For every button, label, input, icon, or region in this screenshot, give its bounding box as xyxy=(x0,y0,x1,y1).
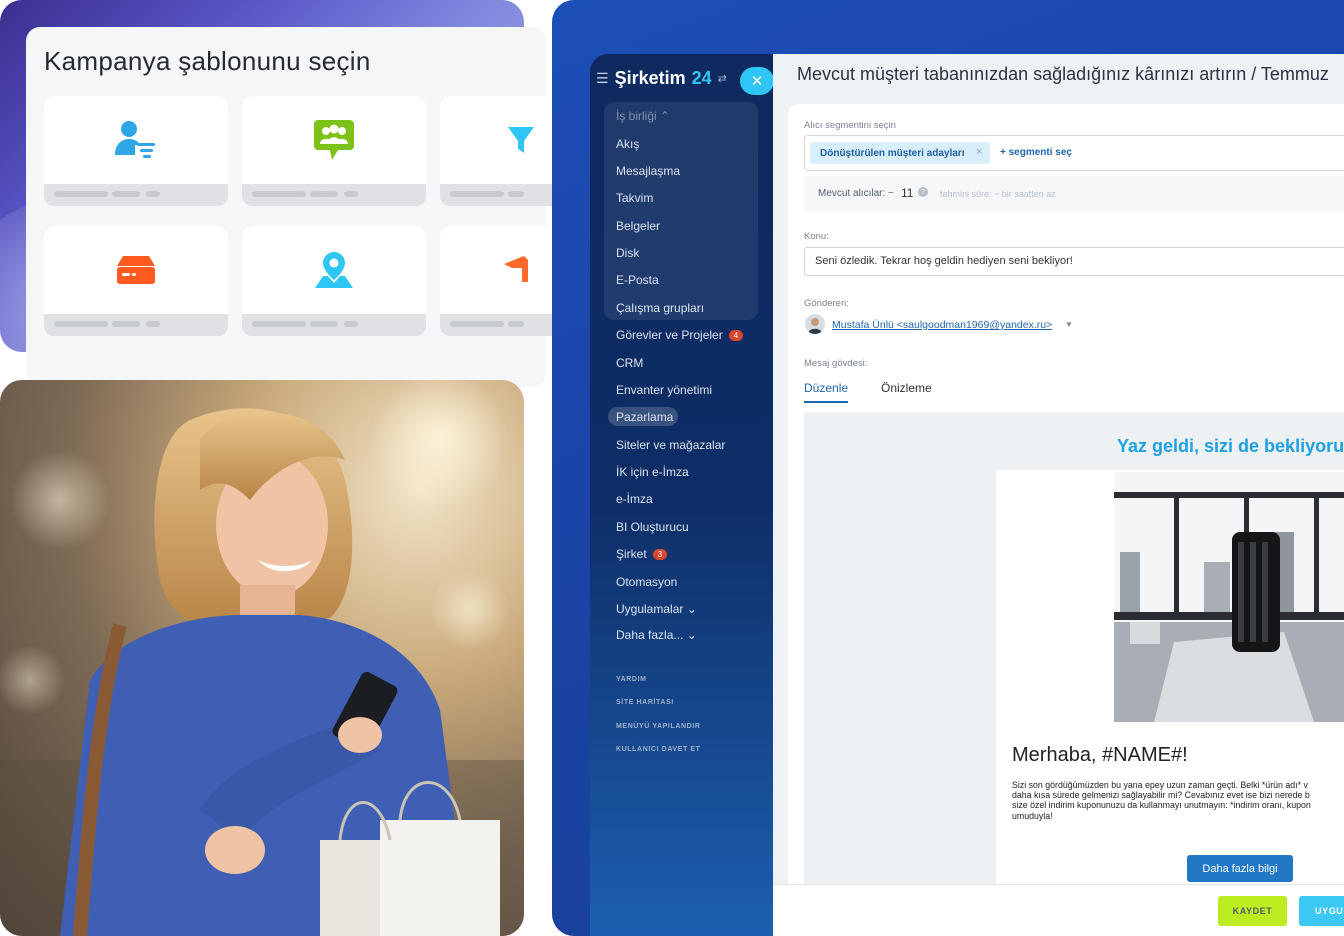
apply-button[interactable]: UYGULA xyxy=(1299,896,1344,926)
sidebar-item-crm[interactable]: CRM xyxy=(616,356,643,370)
template-tile-inbox[interactable] xyxy=(44,226,228,336)
brand-number: 24 xyxy=(691,68,712,88)
sidebar-item-sites[interactable]: Siteler ve mağazalar xyxy=(616,438,725,452)
sender-selector[interactable]: Mustafa Ünlü <saulgoodman1969@yandex.ru> xyxy=(832,319,1052,331)
subject-value: Seni özledik. Tekrar hoş geldin hediyen … xyxy=(815,255,1073,267)
recipients-hint: tahmini süre: ~ bir saatten az xyxy=(940,189,1056,199)
segment-chip[interactable]: Dönüştürülen müşteri adayları xyxy=(810,142,991,164)
graduation-cap-icon xyxy=(504,256,528,282)
recipients-count: 11 xyxy=(901,186,914,200)
sidebar-item-email[interactable]: E-Posta xyxy=(616,273,659,287)
email-heading: Yaz geldi, sizi de bekliyoruz xyxy=(1117,436,1344,456)
sidebar-item-bi-builder[interactable]: BI Oluşturucu xyxy=(616,520,689,534)
swap-icon[interactable]: ⇄ xyxy=(718,72,727,85)
brand-logo[interactable]: ☰ Şirketim 24 ⇄ xyxy=(596,68,727,89)
sidebar-item-feed[interactable]: Akış xyxy=(616,137,639,151)
inbox-tray-icon xyxy=(117,256,155,284)
sidebar-item-tasks[interactable]: Görevler ve Projeler 4 xyxy=(616,328,744,342)
collaboration-group xyxy=(604,102,758,320)
sidebar-item-esign[interactable]: e-İmza xyxy=(616,492,653,506)
map-pin-icon xyxy=(315,252,353,288)
email-cta-button[interactable]: Daha fazla bilgi xyxy=(1187,855,1293,882)
sender-label: Gönderen: xyxy=(804,298,849,309)
recipients-label: Mevcut alıcılar: ~ xyxy=(818,188,894,199)
configure-menu-link[interactable]: MENÜYÜ YAPILANDIR xyxy=(616,723,701,730)
help-icon[interactable]: ? xyxy=(918,187,928,197)
help-link[interactable]: YARDIM xyxy=(616,676,647,683)
tab-preview[interactable]: Önizleme xyxy=(881,381,932,395)
template-tile-users[interactable] xyxy=(44,96,228,206)
funnel-icon xyxy=(508,127,534,153)
sitemap-link[interactable]: SİTE HARİTASI xyxy=(616,699,674,706)
sidebar-item-messenger[interactable]: Mesajlaşma xyxy=(616,164,680,178)
shopping-woman-photo xyxy=(0,380,524,936)
sidebar-item-collaboration[interactable]: İş birliği ⌃ xyxy=(616,109,670,123)
template-tile-location[interactable] xyxy=(242,226,426,336)
sidebar-item-marketing[interactable]: Pazarlama xyxy=(616,410,673,424)
sidebar-item-documents[interactable]: Belgeler xyxy=(616,219,660,233)
invite-users-link[interactable]: KULLANICI DAVET ET xyxy=(616,746,701,753)
close-icon: ✕ xyxy=(750,73,764,90)
company-count-badge: 3 xyxy=(652,548,668,560)
tasks-count-badge: 4 xyxy=(728,329,744,341)
tab-edit[interactable]: Düzenle xyxy=(804,381,849,403)
email-product-image xyxy=(1114,472,1344,722)
add-segment-link[interactable]: + segmenti seç xyxy=(1000,147,1072,158)
sidebar-item-automation[interactable]: Otomasyon xyxy=(616,575,677,589)
brand-name: Şirketim xyxy=(614,68,686,88)
close-slider-button[interactable]: ✕ xyxy=(740,67,774,95)
page-title: Mevcut müşteri tabanınızdan sağladığınız… xyxy=(797,64,1329,84)
segment-label: Alıcı segmentini seçin xyxy=(804,120,896,131)
sidebar-item-hr-esign[interactable]: İK için e-İmza xyxy=(616,465,689,479)
remove-segment-icon[interactable]: × xyxy=(976,146,982,158)
hamburger-icon[interactable]: ☰ xyxy=(596,70,609,87)
sidebar-item-calendar[interactable]: Takvim xyxy=(616,191,653,205)
chat-group-icon xyxy=(314,120,354,160)
save-button[interactable]: KAYDET xyxy=(1218,896,1287,926)
sidebar-item-company[interactable]: Şirket 3 xyxy=(616,547,668,561)
users-filter-icon xyxy=(115,121,155,158)
body-label: Mesaj gövdesi: xyxy=(804,358,868,369)
template-tile-chat[interactable] xyxy=(242,96,426,206)
template-picker-title: Kampanya şablonunu seçin xyxy=(44,46,371,76)
sidebar-item-more[interactable]: Daha fazla... ⌄ xyxy=(616,628,697,642)
shopping-woman-illustration xyxy=(0,380,524,936)
avatar xyxy=(805,314,825,334)
email-greeting: Merhaba, #NAME#! xyxy=(1012,744,1188,766)
sidebar-item-workgroups[interactable]: Çalışma grupları xyxy=(616,301,704,315)
subject-label: Konu: xyxy=(804,231,829,242)
sidebar-item-inventory[interactable]: Envanter yönetimi xyxy=(616,383,712,397)
sidebar-item-disk[interactable]: Disk xyxy=(616,246,639,260)
email-body-text: Sizi son gördüğümüzden bu yana epey uzun… xyxy=(1012,780,1311,821)
sidebar-item-applications[interactable]: Uygulamalar ⌄ xyxy=(616,602,697,616)
chevron-down-icon[interactable]: ▼ xyxy=(1065,320,1073,329)
